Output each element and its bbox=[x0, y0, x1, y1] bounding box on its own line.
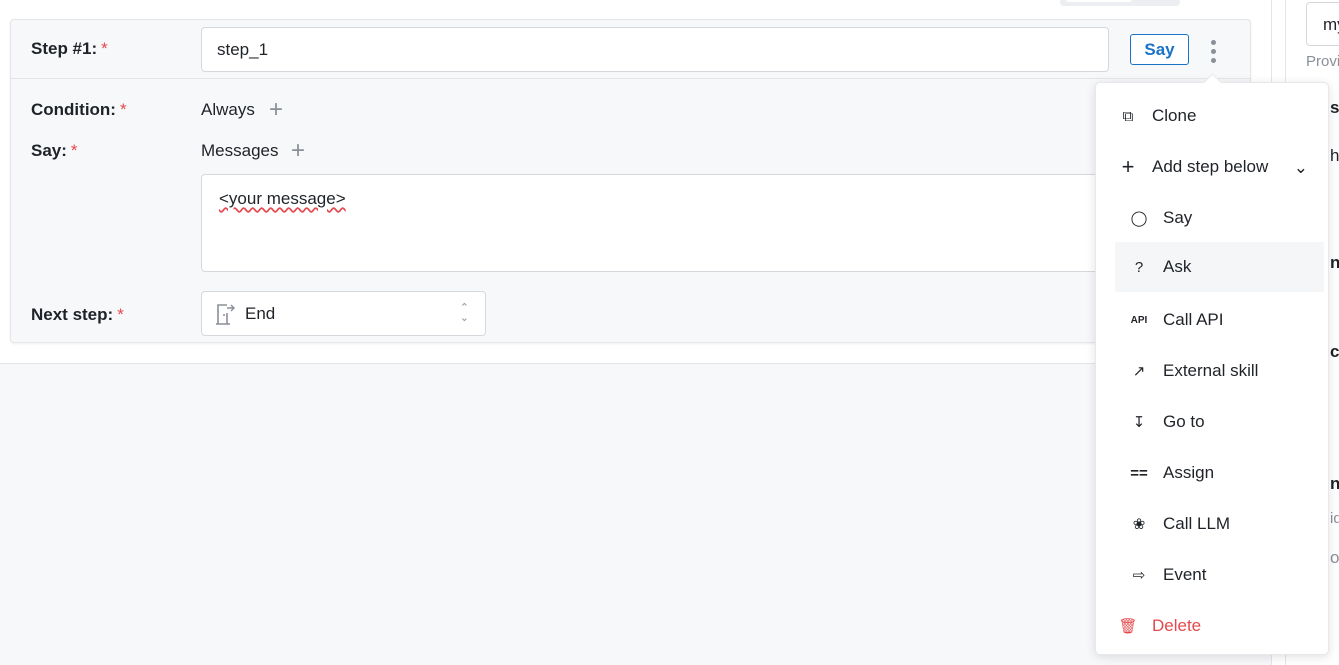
arrow-down-icon: ↧ bbox=[1132, 414, 1146, 431]
menu-item-event[interactable]: ⇨ Event bbox=[1096, 550, 1330, 600]
updown-chevron-icon: ⌃ ⌄ bbox=[459, 302, 469, 324]
menu-item-say[interactable]: ◯ Say bbox=[1096, 193, 1330, 243]
menu-item-external-skill[interactable]: ↗ External skill bbox=[1096, 346, 1330, 396]
right-fragment: so bbox=[1330, 98, 1339, 117]
add-condition-icon[interactable]: + bbox=[269, 98, 283, 122]
condition-label: Condition: * bbox=[31, 100, 127, 119]
message-textarea[interactable]: <your message> bbox=[201, 174, 1101, 272]
top-tab-toggle[interactable] bbox=[1060, 0, 1180, 6]
right-fragment: o bbox=[1330, 548, 1339, 567]
menu-item-call-api[interactable]: API Call API bbox=[1096, 295, 1330, 345]
right-fragment: h bbox=[1330, 146, 1339, 165]
chevron-down-icon: ⌄ bbox=[1293, 158, 1308, 177]
menu-item-delete[interactable]: 🗑 Delete bbox=[1096, 601, 1330, 651]
external-link-icon: ↗ bbox=[1132, 363, 1146, 380]
step-card: Step #1: * step_1 Say Condition: * Always … bbox=[10, 19, 1251, 343]
equals-icon: == bbox=[1130, 464, 1148, 482]
right-panel-hint: Provi bbox=[1306, 53, 1339, 70]
next-step-label: Next step: * bbox=[31, 305, 124, 324]
copy-icon: ⧉ bbox=[1122, 107, 1134, 125]
trash-icon: 🗑 bbox=[1118, 618, 1138, 635]
more-options-icon[interactable] bbox=[1207, 38, 1219, 64]
exit-door-icon bbox=[216, 303, 235, 325]
right-fragment: ce bbox=[1330, 342, 1339, 361]
right-fragment: n bbox=[1330, 474, 1339, 494]
step-header: Step #1: * step_1 Say bbox=[11, 20, 1250, 79]
main-area: Step #1: * step_1 Say Condition: * Always … bbox=[0, 0, 1271, 665]
right-fragment: id bbox=[1330, 510, 1339, 527]
right-panel-input[interactable]: my bbox=[1306, 2, 1339, 46]
brain-icon: ❀ bbox=[1132, 516, 1146, 533]
menu-item-ask[interactable]: ? Ask bbox=[1115, 242, 1324, 292]
event-icon: ⇨ bbox=[1132, 567, 1146, 584]
plus-icon: + bbox=[1121, 154, 1135, 179]
right-fragment: ng bbox=[1330, 253, 1339, 273]
menu-item-call-llm[interactable]: ❀ Call LLM bbox=[1096, 499, 1330, 549]
speech-bubble-icon: ◯ bbox=[1130, 210, 1148, 227]
step-options-menu: ⧉ Clone + Add step below ⌄ ◯ Say ? Ask API Cal… bbox=[1095, 82, 1329, 655]
condition-value[interactable]: Always bbox=[201, 100, 255, 120]
menu-item-go-to[interactable]: ↧ Go to bbox=[1096, 397, 1330, 447]
canvas-background bbox=[0, 363, 1271, 665]
say-label: Say: * bbox=[31, 141, 78, 160]
menu-item-add-step-below[interactable]: + Add step below ⌄ bbox=[1096, 142, 1330, 192]
next-step-select[interactable]: End ⌃ ⌄ bbox=[201, 291, 486, 336]
step-type-button[interactable]: Say bbox=[1130, 34, 1189, 65]
menu-item-assign[interactable]: == Assign bbox=[1096, 448, 1330, 498]
step-name-input[interactable]: step_1 bbox=[201, 27, 1109, 72]
say-value: Messages bbox=[201, 141, 279, 160]
question-icon: ? bbox=[1134, 258, 1144, 276]
menu-item-clone[interactable]: ⧉ Clone bbox=[1096, 91, 1330, 141]
step-label: Step #1: * bbox=[31, 39, 108, 58]
add-message-icon[interactable]: + bbox=[291, 139, 305, 163]
api-icon: API bbox=[1130, 314, 1148, 326]
